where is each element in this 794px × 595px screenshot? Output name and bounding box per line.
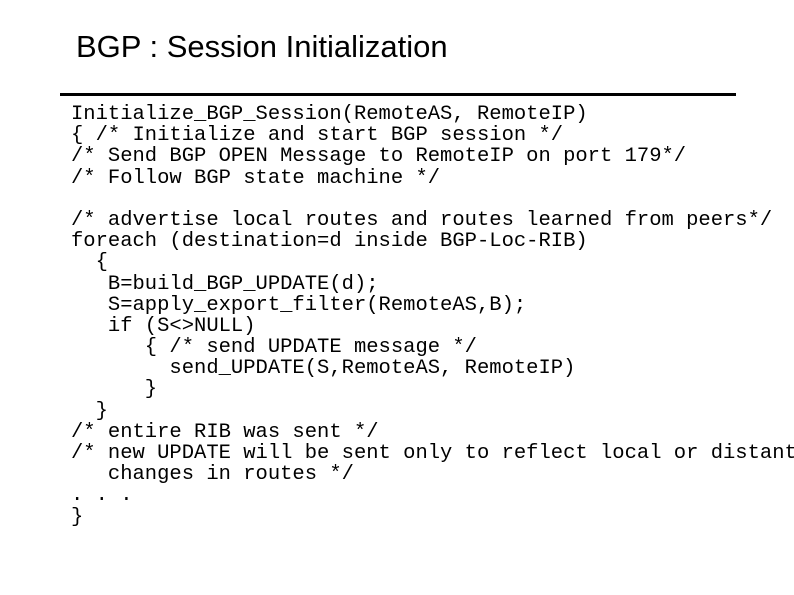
code-line: { /* Initialize and start BGP session */ [71,124,564,148]
title-divider [60,93,736,96]
code-line: B=build_BGP_UPDATE(d); [71,272,379,296]
code-line: } [71,378,158,402]
code-line: { /* send UPDATE message */ [71,336,477,360]
code-line: } [71,399,108,423]
code-line: /* Send BGP OPEN Message to RemoteIP on … [71,145,687,169]
code-line: { [71,251,108,275]
code-line: S=apply_export_filter(RemoteAS,B); [71,293,527,317]
slide: BGP : Session Initialization Initialize_… [0,0,794,595]
code-line: Initialize_BGP_Session(RemoteAS, RemoteI… [71,103,588,126]
page-title: BGP : Session Initialization [76,29,448,64]
code-line: send_UPDATE(S,RemoteAS, RemoteIP) [71,357,576,381]
code-line: /* entire RIB was sent */ [71,420,379,444]
code-line: foreach (destination=d inside BGP-Loc-RI… [71,230,588,254]
code-line: } [71,505,84,529]
code-line: if (S<>NULL) [71,314,256,338]
code-line: . . . [71,484,133,508]
code-block: Initialize_BGP_Session(RemoteAS, RemoteI… [71,103,794,529]
code-line: /* Follow BGP state machine */ [71,166,441,190]
code-line: changes in routes */ [71,463,354,487]
code-line: /* new UPDATE will be sent only to refle… [71,442,794,465]
code-line: /* advertise local routes and routes lea… [71,208,773,232]
